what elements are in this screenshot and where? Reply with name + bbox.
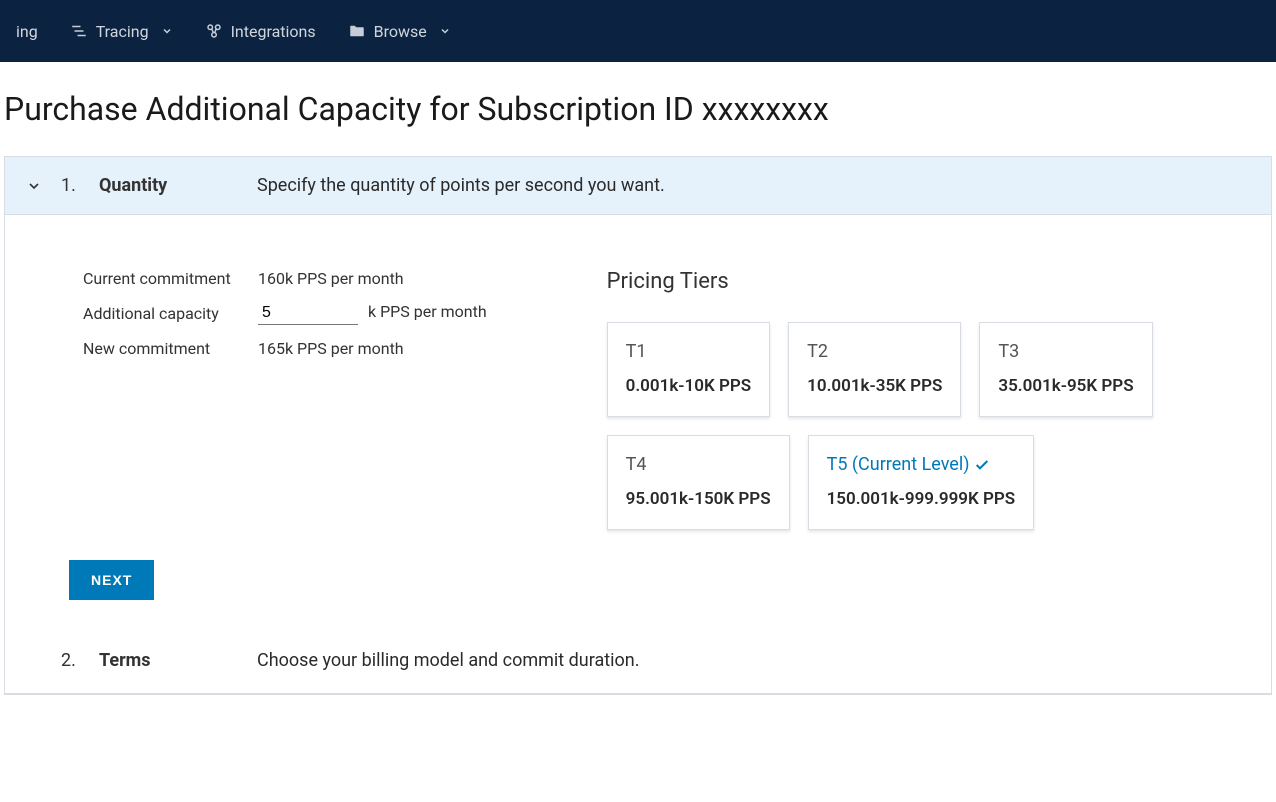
step-header-terms[interactable]: 2. Terms Choose your billing model and c… bbox=[5, 628, 1271, 694]
pricing-tiers-heading: Pricing Tiers bbox=[607, 269, 1211, 294]
tier-name-text: T5 (Current Level) bbox=[827, 454, 970, 475]
tier-range: 10.001k-35K PPS bbox=[807, 376, 942, 396]
current-commitment-label: Current commitment bbox=[83, 269, 258, 288]
tier-name: T2 bbox=[807, 341, 942, 362]
step-number: 2. bbox=[61, 650, 81, 671]
current-commitment-value: 160k PPS per month bbox=[258, 269, 487, 288]
tier-card[interactable]: T4 95.001k-150K PPS bbox=[607, 435, 790, 530]
subscription-id: xxxxxxxx bbox=[702, 90, 829, 128]
tier-range: 150.001k-999.999K PPS bbox=[827, 489, 1016, 509]
nav-label: Integrations bbox=[231, 22, 316, 41]
tier-name: T1 bbox=[626, 341, 752, 362]
integrations-icon bbox=[205, 22, 223, 40]
tier-name: T5 (Current Level) bbox=[827, 454, 1016, 475]
nav-item-browse[interactable]: Browse bbox=[332, 22, 467, 41]
check-icon bbox=[974, 457, 990, 473]
tracing-icon bbox=[70, 22, 88, 40]
nav-item-truncated[interactable]: ing bbox=[0, 22, 54, 41]
pricing-tiers-section: Pricing Tiers T1 0.001k-10K PPS T2 10.001k-… bbox=[607, 269, 1211, 530]
step-title: Terms bbox=[99, 650, 239, 671]
chevron-down-icon bbox=[439, 25, 451, 37]
additional-capacity-label: Additional capacity bbox=[83, 304, 258, 323]
step-body-quantity: Current commitment 160k PPS per month Ad… bbox=[5, 215, 1271, 560]
tier-card[interactable]: T5 (Current Level) 150.001k-999.999K PPS bbox=[808, 435, 1035, 530]
tier-range: 95.001k-150K PPS bbox=[626, 489, 771, 509]
tier-range: 35.001k-95K PPS bbox=[998, 376, 1133, 396]
tier-name: T4 bbox=[626, 454, 771, 475]
pricing-tiers-grid: T1 0.001k-10K PPS T2 10.001k-35K PPS T3 35.00… bbox=[607, 322, 1211, 530]
tier-name-text: T4 bbox=[626, 454, 647, 475]
step-number: 1. bbox=[61, 175, 81, 196]
new-commitment-value: 165k PPS per month bbox=[258, 339, 487, 358]
tier-name-text: T1 bbox=[626, 341, 647, 362]
tier-card[interactable]: T1 0.001k-10K PPS bbox=[607, 322, 771, 417]
nav-item-integrations[interactable]: Integrations bbox=[189, 22, 332, 41]
tier-name: T3 bbox=[998, 341, 1133, 362]
chevron-down-icon bbox=[161, 25, 173, 37]
new-commitment-label: New commitment bbox=[83, 339, 258, 358]
page-title-prefix: Purchase Additional Capacity for Subscri… bbox=[4, 90, 702, 128]
next-button[interactable]: NEXT bbox=[69, 560, 154, 600]
tier-range: 0.001k-10K PPS bbox=[626, 376, 752, 396]
step-header-quantity[interactable]: 1. Quantity Specify the quantity of poin… bbox=[5, 157, 1271, 215]
tier-card[interactable]: T3 35.001k-95K PPS bbox=[979, 322, 1152, 417]
step-description: Specify the quantity of points per secon… bbox=[257, 175, 665, 196]
wizard: 1. Quantity Specify the quantity of poin… bbox=[4, 156, 1272, 695]
additional-capacity-suffix: k PPS per month bbox=[368, 302, 487, 321]
nav-item-tracing[interactable]: Tracing bbox=[54, 22, 189, 41]
step-description: Choose your billing model and commit dur… bbox=[257, 650, 639, 671]
step-footer: NEXT bbox=[5, 560, 1271, 628]
tier-card[interactable]: T2 10.001k-35K PPS bbox=[788, 322, 961, 417]
tier-name-text: T2 bbox=[807, 341, 828, 362]
top-nav: ing Tracing Integrations bbox=[0, 0, 1276, 62]
folder-icon bbox=[348, 22, 366, 40]
additional-capacity-input[interactable] bbox=[258, 302, 358, 325]
nav-label-partial: ing bbox=[16, 22, 38, 41]
nav-label: Tracing bbox=[96, 22, 149, 41]
chevron-down-icon bbox=[25, 178, 43, 194]
tier-name-text: T3 bbox=[998, 341, 1019, 362]
additional-capacity-field: k PPS per month bbox=[258, 302, 487, 325]
page-title: Purchase Additional Capacity for Subscri… bbox=[0, 62, 1276, 156]
commitment-table: Current commitment 160k PPS per month Ad… bbox=[83, 269, 487, 358]
nav-label: Browse bbox=[374, 22, 427, 41]
step-title: Quantity bbox=[99, 175, 239, 196]
